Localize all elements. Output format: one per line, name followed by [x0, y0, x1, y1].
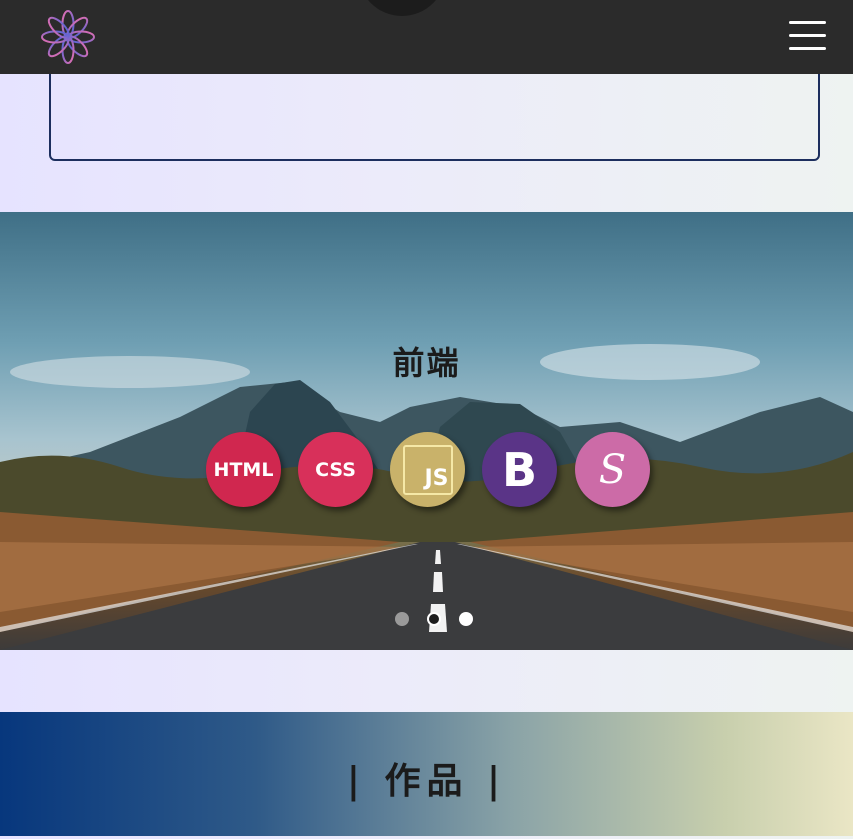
carousel-dot-3[interactable]	[459, 612, 473, 626]
css-icon[interactable]: CSS	[298, 432, 373, 507]
lotus-logo-icon[interactable]	[40, 9, 96, 65]
bootstrap-icon[interactable]: B	[482, 432, 557, 507]
skill-label: CSS	[315, 458, 356, 481]
skill-label: B	[501, 442, 538, 497]
js-logo-square: JS	[402, 444, 453, 495]
skill-label: JS	[424, 465, 449, 491]
works-section-title: | 作品 |	[346, 760, 507, 802]
javascript-icon[interactable]: JS	[390, 432, 465, 507]
avatar	[358, 0, 446, 16]
works-section-banner: | 作品 |	[0, 712, 853, 836]
hamburger-line	[789, 47, 826, 50]
top-navbar	[0, 0, 853, 74]
sass-icon[interactable]: S	[575, 432, 650, 507]
html-icon[interactable]: HTML	[206, 432, 281, 507]
skill-label: S	[598, 446, 627, 493]
hamburger-menu-button[interactable]	[789, 21, 826, 51]
hamburger-line	[789, 21, 826, 24]
scrolled-profile-behind-navbar	[300, 0, 580, 74]
carousel-dot-2-active[interactable]	[427, 612, 441, 626]
carousel-indicators	[0, 612, 853, 626]
skills-carousel[interactable]: 前端 HTML CSS JS B S	[0, 212, 853, 650]
skills-section-title: 前端	[392, 344, 461, 382]
skill-label: HTML	[213, 458, 274, 481]
carousel-dot-1[interactable]	[395, 612, 409, 626]
hamburger-line	[789, 34, 826, 37]
road-landscape-background	[0, 344, 853, 650]
